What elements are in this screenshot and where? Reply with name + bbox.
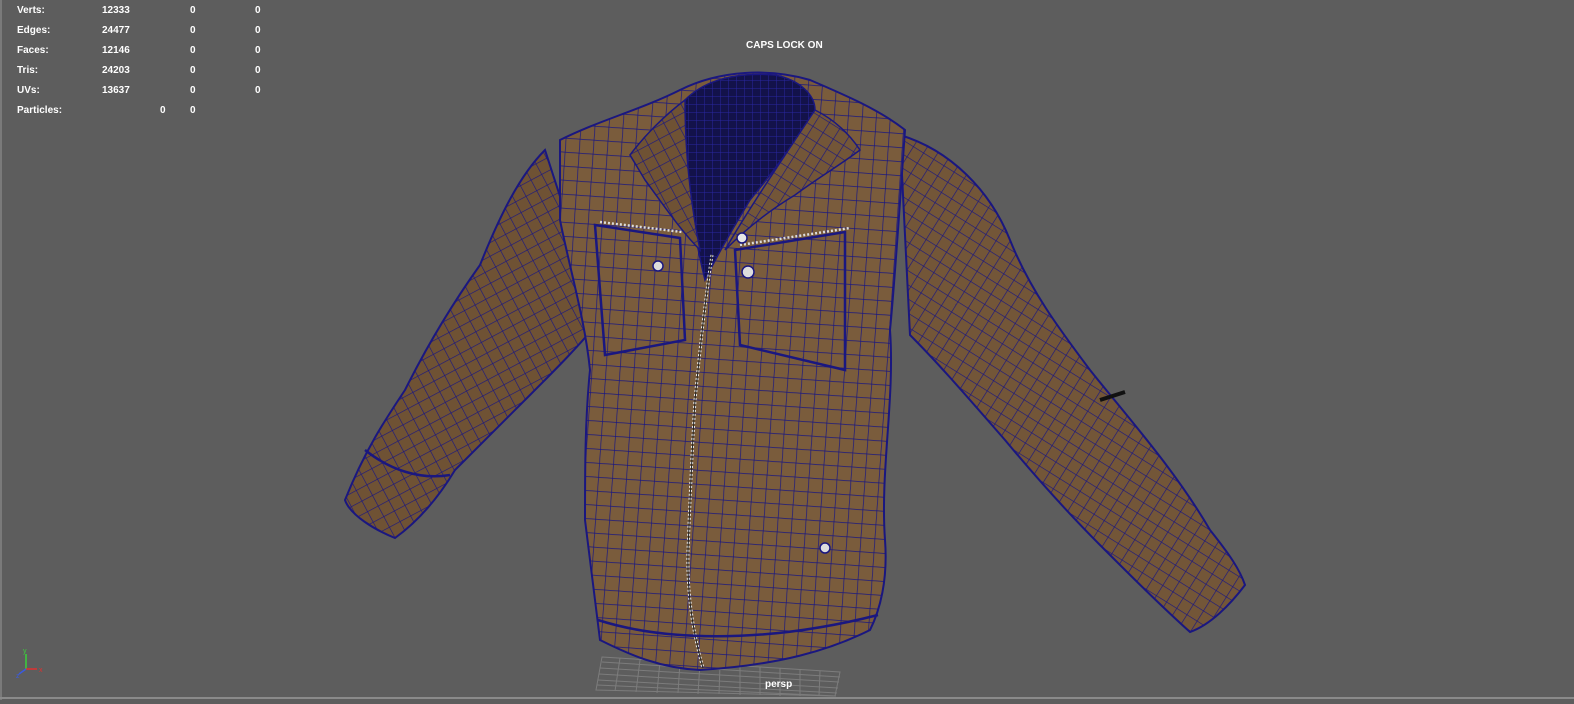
axis-gizmo-icon: y x z [16,648,43,679]
camera-name-label: persp [765,679,793,690]
axis-z-label: z [16,673,20,679]
hud-verts-row: Verts: 12333 0 0 [17,1,277,21]
hud-particles-row: Particles: 0 0 [17,101,277,121]
hud-faces-row: Faces: 12146 0 0 [17,41,277,61]
hud-label: Verts: [17,5,45,16]
hud-selected: 0 [190,45,196,56]
hud-component: 0 [255,45,261,56]
hud-label: Faces: [17,45,49,56]
viewport-border-bottom [0,697,1574,699]
heads-up-display: Verts: 12333 0 0 Edges: 24477 0 0 Faces:… [17,1,277,121]
rivet [652,260,664,272]
hud-total: 24477 [102,25,130,36]
hud-component: 0 [255,5,261,16]
hud-total: 24203 [102,65,130,76]
caps-lock-indicator: CAPS LOCK ON [746,40,823,51]
hud-selected: 0 [190,5,196,16]
hud-total: 12333 [102,5,130,16]
rivet [819,542,831,554]
hud-label: Particles: [17,105,63,116]
hud-selected: 0 [190,85,196,96]
hud-selected: 0 [190,25,196,36]
hud-label: Tris: [17,65,39,76]
hud-component: 0 [255,25,261,36]
hud-component: 0 [255,65,261,76]
hud-total: 12146 [102,45,130,56]
rivet [741,265,755,279]
hud-edges-row: Edges: 24477 0 0 [17,21,277,41]
viewport-border-left [0,0,2,700]
right-sleeve [898,133,1247,634]
hud-value: 0 [190,105,196,116]
axis-y-label: y [23,648,27,655]
hud-tris-row: Tris: 24203 0 0 [17,61,277,81]
hud-total: 13637 [102,85,130,96]
hud-selected: 0 [190,65,196,76]
hud-uvs-row: UVs: 13637 0 0 [17,81,277,101]
hud-label: UVs: [17,85,40,96]
hud-component: 0 [255,85,261,96]
rivet [736,232,748,244]
hud-label: Edges: [17,25,51,36]
hud-value: 0 [160,105,166,116]
axis-x-label: x [39,667,43,674]
persp-viewport[interactable]: Verts: 12333 0 0 Edges: 24477 0 0 Faces:… [0,0,1574,704]
